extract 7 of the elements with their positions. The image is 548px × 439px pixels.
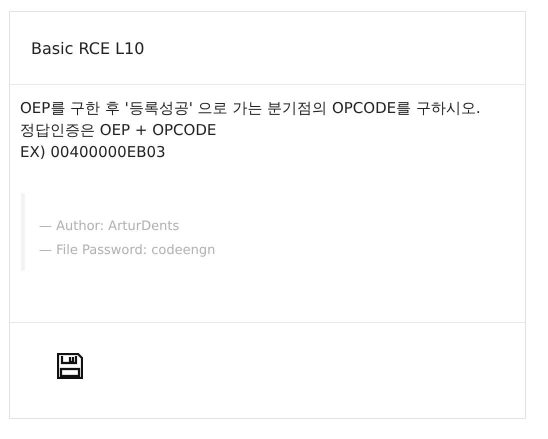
card-title: Basic RCE L10 bbox=[31, 38, 144, 58]
description-text: 정답인증은 OEP + OPCODE bbox=[20, 120, 216, 141]
description-text: OEP를 구한 후 '등록성공' 으로 가는 분기점의 OPCODE를 구하시오. bbox=[20, 98, 481, 119]
description-text: EX) 00400000EB03 bbox=[20, 142, 166, 163]
save-icon[interactable] bbox=[57, 353, 83, 379]
quote-text: — File Password: codeengn bbox=[39, 242, 216, 260]
quote-text: — Author: ArturDents bbox=[39, 218, 180, 236]
